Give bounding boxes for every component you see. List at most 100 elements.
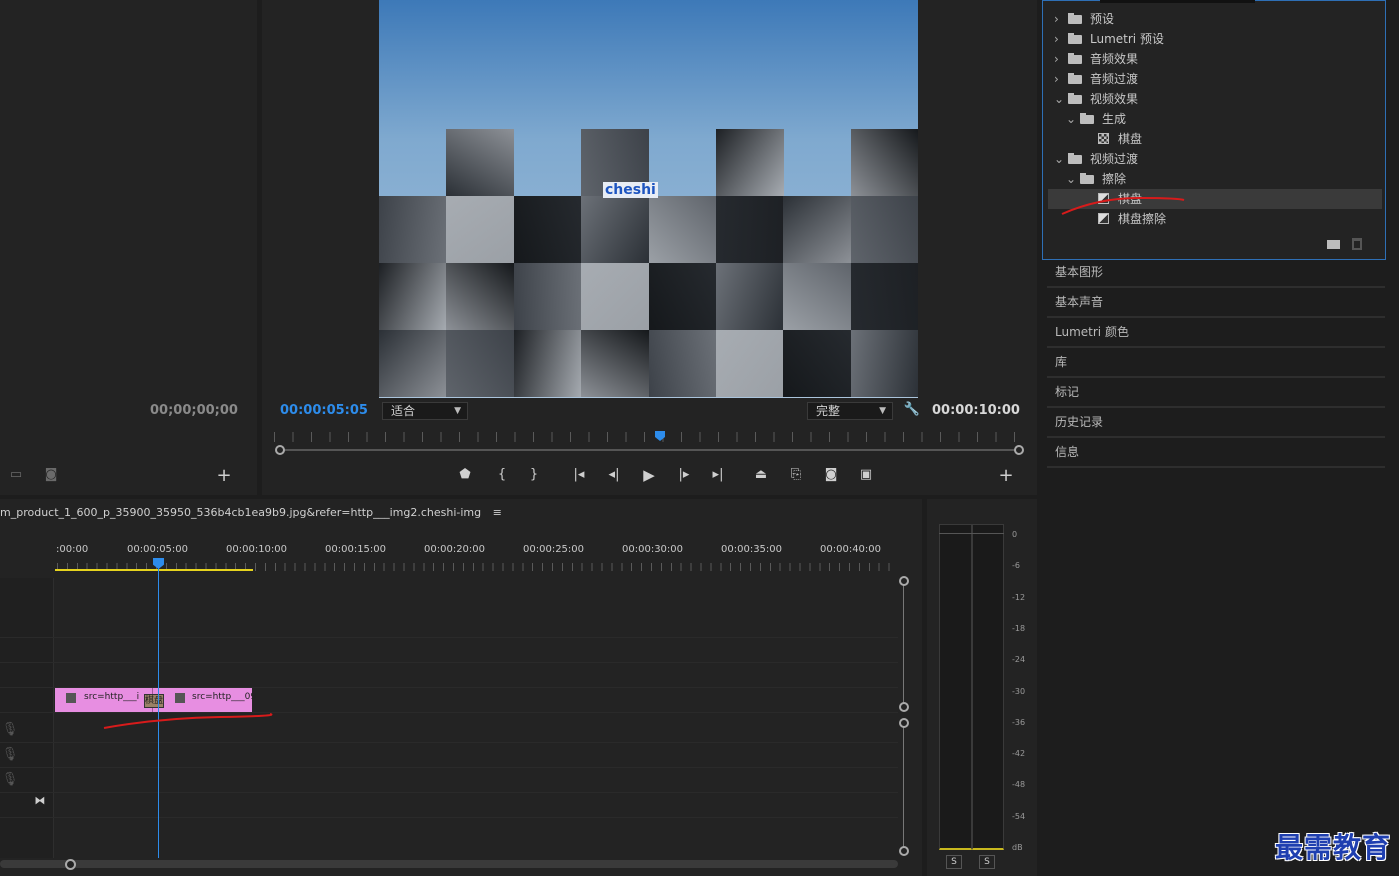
preview-tile (783, 330, 852, 397)
go-to-in-icon[interactable]: |◂ (569, 465, 589, 485)
step-forward-icon[interactable]: |▸ (674, 465, 694, 485)
preview-tile (716, 330, 784, 397)
trash-icon[interactable] (1352, 238, 1362, 250)
tree-item[interactable]: › 音频过渡 (1048, 69, 1382, 89)
ruler-label: :00:00 (56, 544, 89, 555)
go-to-out-icon[interactable]: ▸| (708, 465, 728, 485)
export-frame-icon[interactable]: ◙ (821, 465, 841, 485)
source-timecode: 00;00;00;00 (150, 403, 238, 418)
solo-left-button[interactable]: S (946, 855, 962, 869)
track-divider (0, 767, 898, 768)
timeline-vscroll-bottom[interactable] (903, 722, 904, 852)
meter-scale-label: -42 (1012, 749, 1026, 759)
preview-tile (648, 330, 717, 397)
effects-search-field[interactable] (1100, 0, 1255, 3)
new-folder-icon[interactable] (1327, 240, 1340, 249)
solo-right-button[interactable]: S (979, 855, 995, 869)
preview-tile (446, 330, 515, 397)
ruler-label: 00:00:30:00 (622, 544, 684, 555)
transition-block[interactable]: 棋盘 (144, 694, 164, 708)
meter-scale-label: -24 (1012, 655, 1026, 665)
source-add-button[interactable]: + (214, 466, 234, 486)
export-frame-icon[interactable]: ▭ (6, 465, 26, 485)
chevron-right-icon[interactable]: › (1054, 49, 1059, 69)
program-scrubber-track[interactable] (280, 449, 1020, 451)
hscroll-handle[interactable] (65, 859, 76, 870)
program-current-time[interactable]: 00:00:05:05 (280, 403, 368, 418)
chevron-right-icon[interactable]: › (1054, 29, 1059, 49)
master-track-icon[interactable]: ⧓ (30, 791, 50, 811)
preview-tile (379, 196, 447, 263)
program-add-button[interactable]: + (996, 466, 1016, 486)
panel-section[interactable]: 基本图形 (1047, 258, 1385, 288)
tree-item-label: 预设 (1090, 12, 1115, 26)
vscroll-handle-b[interactable] (899, 846, 909, 856)
work-area-bar[interactable] (55, 569, 253, 571)
program-preview: cheshi (379, 0, 918, 398)
panel-section[interactable]: 基本声音 (1047, 288, 1385, 318)
tree-item[interactable]: ⌄ 视频效果 (1048, 89, 1382, 109)
panel-section[interactable]: 信息 (1047, 438, 1385, 468)
tree-item[interactable]: › 预设 (1048, 9, 1382, 29)
tree-item[interactable]: ⌄ 视频过渡 (1048, 149, 1382, 169)
preview-tile (850, 263, 918, 330)
camera-icon[interactable]: ◙ (41, 465, 61, 485)
panel-menu-icon[interactable]: ≡ (493, 506, 502, 519)
mark-in-icon[interactable]: { (492, 465, 512, 485)
timeline-vscroll-top[interactable] (903, 578, 904, 708)
tree-item[interactable]: › 音频效果 (1048, 49, 1382, 69)
panel-section[interactable]: 标记 (1047, 378, 1385, 408)
tree-item[interactable]: ⌄ 生成 (1048, 109, 1382, 129)
preview-tile (513, 196, 582, 263)
mic-icon[interactable]: 🎙 (0, 720, 20, 740)
quality-dropdown[interactable]: 完整 ▼ (807, 402, 893, 420)
vscroll-handle-a[interactable] (899, 718, 909, 728)
mark-out-icon[interactable]: } (524, 465, 544, 485)
step-back-icon[interactable]: ◂| (604, 465, 624, 485)
chevron-down-icon[interactable]: ⌄ (1066, 109, 1076, 129)
ruler-label: 00:00:10:00 (226, 544, 288, 555)
ruler-label: 00:00:40:00 (820, 544, 882, 555)
program-duration: 00:00:10:00 (932, 403, 1020, 418)
sequence-tab[interactable]: m_product_1_600_p_35900_35950_536b4cb1ea… (0, 506, 502, 519)
folder-icon (1068, 33, 1082, 44)
add-marker-icon[interactable]: ⬟ (455, 465, 475, 485)
panel-section[interactable]: Lumetri 颜色 (1047, 318, 1385, 348)
chevron-down-icon[interactable]: ⌄ (1054, 89, 1064, 109)
mic-icon[interactable]: 🎙 (0, 770, 20, 790)
extract-icon[interactable]: ⎘ (786, 465, 806, 485)
tree-item[interactable]: ⌄ 擦除 (1048, 169, 1382, 189)
preview-tile (379, 263, 447, 330)
sequence-name: m_product_1_600_p_35900_35950_536b4cb1ea… (0, 506, 482, 519)
preview-tile (716, 129, 784, 196)
meter-scale-label: -30 (1012, 686, 1026, 696)
scrubber-end-handle[interactable] (1014, 445, 1024, 455)
chevron-right-icon[interactable]: › (1054, 9, 1059, 29)
meter-scale-label: -36 (1012, 717, 1026, 727)
chevron-down-icon[interactable]: ⌄ (1054, 149, 1064, 169)
tree-item[interactable]: › Lumetri 预设 (1048, 29, 1382, 49)
preview-tile (581, 263, 650, 330)
folder-icon (1068, 53, 1082, 64)
lift-icon[interactable]: ⏏ (751, 465, 771, 485)
chevron-down-icon[interactable]: ⌄ (1066, 169, 1076, 189)
chevron-right-icon[interactable]: › (1054, 69, 1059, 89)
vscroll-handle-top[interactable] (899, 576, 909, 586)
vscroll-handle-mid[interactable] (899, 702, 909, 712)
compare-view-icon[interactable]: ▣ (856, 465, 876, 485)
tree-item[interactable]: 棋盘 (1048, 129, 1382, 149)
track-divider (0, 792, 898, 793)
source-monitor (0, 0, 257, 495)
panel-section[interactable]: 库 (1047, 348, 1385, 378)
timeline-hscroll[interactable] (0, 860, 898, 868)
tree-item-label: 视频过渡 (1090, 152, 1139, 166)
mic-icon[interactable]: 🎙 (0, 745, 20, 765)
fit-dropdown[interactable]: 适合 ▼ (382, 402, 468, 420)
fx-badge-icon (175, 693, 185, 703)
panel-section[interactable]: 历史记录 (1047, 408, 1385, 438)
preview-tile (783, 263, 852, 330)
scrubber-start-handle[interactable] (275, 445, 285, 455)
wrench-icon[interactable]: 🔧 (902, 400, 922, 420)
program-scrubber-ticks (274, 432, 1022, 442)
play-icon[interactable]: ▶ (639, 465, 659, 485)
